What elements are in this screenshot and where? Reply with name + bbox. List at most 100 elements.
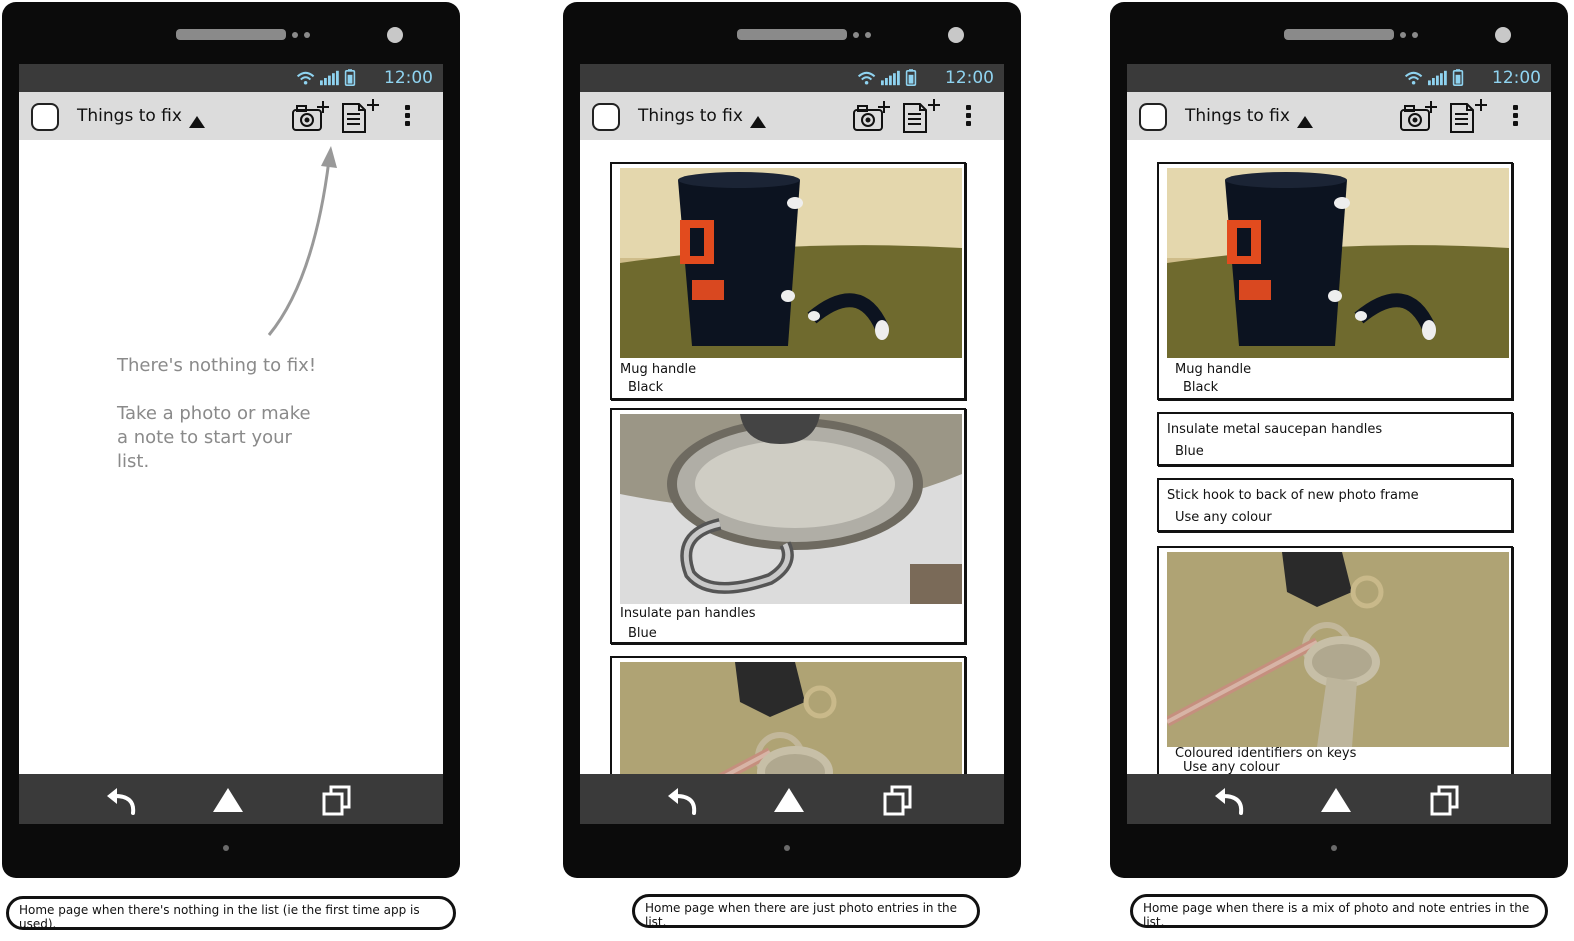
entry-title: Insulate metal saucepan handles [1167,422,1383,437]
keys-photo [620,662,962,774]
mug-photo [1167,168,1509,358]
status-bar: 12:00 [1127,64,1551,92]
hint-arrow-icon [267,146,337,336]
caret-up-icon[interactable] [1297,116,1313,128]
overflow-menu-icon[interactable] [1513,105,1519,129]
entry-detail: Blue [1175,444,1204,459]
phone-sensor [304,32,310,38]
overflow-menu-icon[interactable] [966,105,972,129]
entry-detail: Use any colour [1175,510,1272,525]
entry-title: Coloured identifiers on keys [1175,746,1357,761]
overflow-menu-icon[interactable] [405,105,411,129]
action-bar: Things to fix [580,92,1004,140]
entry-detail: Use any colour [1183,760,1280,774]
action-bar: Things to fix [1127,92,1551,140]
add-photo-icon[interactable] [291,100,331,134]
recent-apps-icon[interactable] [322,784,352,816]
back-icon[interactable] [1211,786,1247,816]
saucepan-photo [620,414,962,604]
keys-photo [1167,552,1509,747]
front-camera [1495,27,1511,43]
caret-up-icon[interactable] [750,116,766,128]
phone-sensor [865,32,871,38]
phone-speaker [176,29,286,40]
phone-home-indicator [784,845,790,851]
recent-apps-icon[interactable] [1430,784,1460,816]
phone-sensor [1412,32,1418,38]
caption-text: Home page when there is a mix of photo a… [1143,901,1530,929]
note-entry-card[interactable]: Stick hook to back of new photo frame Us… [1157,478,1513,532]
wifi-signal-battery-icon [296,69,376,87]
app-title[interactable]: Things to fix [1185,106,1290,126]
app-icon[interactable] [31,103,59,131]
empty-state-title: There's nothing to fix! [117,355,317,376]
app-icon[interactable] [592,103,620,131]
status-bar: 12:00 [580,64,1004,92]
home-icon[interactable] [1321,788,1351,812]
wifi-signal-battery-icon [857,69,937,87]
recent-apps-icon[interactable] [883,784,913,816]
entry-title: Stick hook to back of new photo frame [1167,488,1419,503]
phone-frame: 12:00 Things to fix Mug handle Black Ins… [563,2,1021,878]
phone-sensor [292,32,298,38]
photo-entry-card[interactable]: Mug handle Black [1157,162,1513,400]
entry-title: Insulate pan handles [620,606,756,621]
nav-bar [1127,774,1551,824]
caret-up-icon[interactable] [189,116,205,128]
photo-entry-card[interactable]: Insulate pan handles Blue [610,408,966,644]
phone-sensor [1400,32,1406,38]
status-time: 12:00 [1492,68,1541,88]
phone-speaker [1284,29,1394,40]
nav-bar [19,774,443,824]
status-bar: 12:00 [19,64,443,92]
caption-text: Home page when there are just photo entr… [645,901,958,929]
note-entry-card[interactable]: Insulate metal saucepan handles Blue [1157,412,1513,466]
entry-detail: Black [628,380,664,395]
phone-sensor [853,32,859,38]
photo-entry-card[interactable] [610,656,966,774]
caption: Home page when there is a mix of photo a… [1130,894,1548,929]
entry-title: Mug handle [1175,362,1252,377]
empty-state-message: There's nothing to fix! Take a photo or … [117,354,327,498]
add-note-icon[interactable] [902,98,942,134]
wifi-signal-battery-icon [1404,69,1484,87]
home-icon[interactable] [213,788,243,812]
app-title[interactable]: Things to fix [638,106,743,126]
entry-title: Mug handle [620,362,697,377]
phone-screen: 12:00 Things to fix Mug handle Black Ins… [580,64,1004,824]
phone-screen: 12:00 Things to fix Mug handle Black Ins… [1127,64,1551,824]
phone-frame: 12:00 Things to fix There's nothing to f… [2,2,460,878]
photo-entry-card[interactable]: Mug handle Black [610,162,966,400]
entry-detail: Black [1183,380,1219,395]
phone-home-indicator [1331,845,1337,851]
status-time: 12:00 [945,68,994,88]
add-note-icon[interactable] [1449,98,1489,134]
caption: Home page when there are just photo entr… [632,894,980,929]
status-time: 12:00 [384,68,433,88]
empty-state-hint: Take a photo or make a note to start you… [117,403,311,472]
front-camera [387,27,403,43]
content-area: Mug handle Black Insulate metal saucepan… [1127,140,1551,774]
front-camera [948,27,964,43]
content-area: There's nothing to fix! Take a photo or … [19,140,443,774]
back-icon[interactable] [664,786,700,816]
add-photo-icon[interactable] [852,100,892,134]
app-icon[interactable] [1139,103,1167,131]
app-title[interactable]: Things to fix [77,106,182,126]
home-icon[interactable] [774,788,804,812]
phone-home-indicator [223,845,229,851]
phone-frame: 12:00 Things to fix Mug handle Black Ins… [1110,2,1568,878]
entry-detail: Blue [628,626,657,641]
back-icon[interactable] [103,786,139,816]
action-bar: Things to fix [19,92,443,140]
nav-bar [580,774,1004,824]
add-photo-icon[interactable] [1399,100,1439,134]
caption: Home page when there's nothing in the li… [6,896,456,931]
add-note-icon[interactable] [341,98,381,134]
phone-screen: 12:00 Things to fix There's nothing to f… [19,64,443,824]
content-area: Mug handle Black Insulate pan handles Bl… [580,140,1004,774]
mug-photo [620,168,962,358]
photo-entry-card[interactable]: Coloured identifiers on keys Use any col… [1157,546,1513,774]
caption-text: Home page when there's nothing in the li… [19,903,420,931]
phone-speaker [737,29,847,40]
